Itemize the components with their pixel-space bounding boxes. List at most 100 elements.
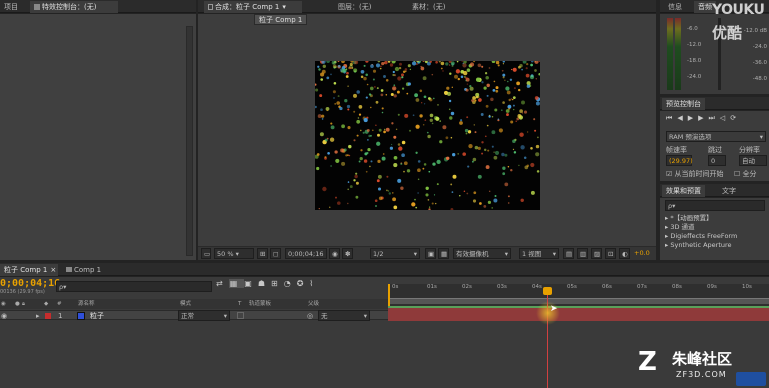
- first-frame-icon[interactable]: ⏮: [666, 114, 677, 122]
- tab-effect-controls[interactable]: 特效控制台：(无): [30, 1, 118, 13]
- comp-timecode[interactable]: 0;00;04;16: [285, 248, 327, 259]
- skip-label: 跳过: [708, 146, 722, 154]
- playhead-handle[interactable]: [543, 287, 552, 295]
- resolution-dropdown[interactable]: 1/2 ▾: [370, 248, 420, 259]
- effects-search-input[interactable]: ρ▾: [665, 200, 765, 211]
- tab-info[interactable]: 信息: [664, 1, 686, 13]
- particle: [332, 64, 337, 69]
- flowchart-icon[interactable]: ⊡: [605, 248, 616, 259]
- color-channel-icon[interactable]: ✽: [342, 248, 353, 259]
- lock-icon[interactable]: 🔒︎: [22, 299, 25, 309]
- tab-effects-presets[interactable]: 效果和预置: [662, 185, 705, 197]
- tab-layer[interactable]: 图层：(无): [334, 1, 375, 13]
- zoom-dropdown[interactable]: 50 % ▾: [214, 248, 254, 259]
- particle: [485, 165, 490, 170]
- parent-dropdown[interactable]: 无 ▾: [318, 310, 370, 321]
- list-item[interactable]: ▸ 3D 通道: [665, 223, 737, 232]
- comp-mini-flowchart-icon[interactable]: ⇄: [216, 279, 229, 288]
- layer-name[interactable]: 粒子: [90, 311, 104, 321]
- timeline-icon[interactable]: ▨: [591, 248, 602, 259]
- layer-label-color[interactable]: [45, 313, 51, 319]
- layer-duration-bar[interactable]: [388, 306, 769, 321]
- grid-icon[interactable]: ⊞: [257, 248, 268, 259]
- exposure-icon[interactable]: ◐: [619, 248, 630, 259]
- motion-blur-icon[interactable]: ◔: [284, 279, 297, 288]
- layer-row[interactable]: ◉ ▸ 1 粒子 正常 ▾ ◎ 无 ▾: [0, 310, 388, 321]
- toggle-pixel-icon[interactable]: ▤: [563, 248, 574, 259]
- exposure-value[interactable]: +0.0: [634, 249, 650, 257]
- col-source-name[interactable]: 源名称: [78, 299, 95, 309]
- ruler-tick-label: 07s: [637, 284, 647, 290]
- comp-breadcrumb[interactable]: 粒子 Comp 1: [254, 14, 308, 25]
- list-item[interactable]: ▸ *【动画预置】: [665, 214, 737, 223]
- playback-controls: ⏮◀▶▶⏭◁⟳: [666, 114, 741, 123]
- label-icon[interactable]: ◆: [44, 299, 48, 309]
- resolution-select[interactable]: 自动: [739, 155, 767, 166]
- draft-3d-icon[interactable]: ▣: [244, 279, 258, 288]
- always-preview-icon[interactable]: ▭: [201, 248, 211, 259]
- tab-footage[interactable]: 素材：(无): [408, 1, 449, 13]
- expand-chevron-icon[interactable]: ▸: [36, 311, 40, 321]
- particle: [363, 118, 368, 123]
- particle: [393, 94, 397, 98]
- audio-icon[interactable]: ◁: [720, 114, 730, 122]
- brainstorm-icon[interactable]: ✪: [297, 279, 310, 288]
- graph-editor-icon[interactable]: ⌇: [309, 279, 319, 288]
- from-current-checkbox[interactable]: ☑ 从当前时间开始: [666, 169, 724, 179]
- solid-layer-icon: [77, 312, 85, 320]
- transparency-grid-icon[interactable]: ▦: [438, 248, 449, 259]
- tab-preview[interactable]: 预览控制台: [662, 98, 705, 110]
- hide-shy-icon[interactable]: ☗: [258, 279, 271, 288]
- play-icon[interactable]: ▶: [688, 114, 698, 122]
- col-trkmat[interactable]: 轨道蒙板: [249, 299, 271, 309]
- prev-frame-icon[interactable]: ◀: [677, 114, 687, 122]
- eye-icon[interactable]: ◉: [1, 299, 6, 309]
- chevron-down-icon[interactable]: ▾: [282, 3, 286, 11]
- blend-mode-dropdown[interactable]: 正常 ▾: [178, 310, 230, 321]
- comp-viewer[interactable]: [315, 61, 540, 210]
- camera-snapshot-icon[interactable]: ◉: [329, 248, 340, 259]
- live-update-icon[interactable]: ▦: [228, 279, 245, 288]
- particle: [399, 62, 402, 66]
- close-icon[interactable]: ×: [50, 266, 56, 274]
- region-icon[interactable]: ▣: [425, 248, 436, 259]
- particle: [375, 205, 377, 207]
- preserve-transparency-checkbox[interactable]: [237, 312, 244, 319]
- particle: [362, 131, 365, 134]
- last-frame-icon[interactable]: ⏭: [708, 114, 719, 122]
- tab-project[interactable]: 项目: [0, 1, 22, 13]
- list-item[interactable]: ▸ Digieffects FreeForm: [665, 232, 737, 241]
- list-item[interactable]: ▸ Synthetic Aperture: [665, 241, 737, 250]
- tab-composition[interactable]: 合成：粒子 Comp 1 ▾: [204, 1, 302, 13]
- particle: [353, 93, 357, 98]
- full-screen-checkbox[interactable]: ☐ 全分: [734, 169, 757, 179]
- scrollbar[interactable]: [186, 26, 193, 256]
- work-area-bar[interactable]: [390, 298, 769, 304]
- loop-icon[interactable]: ⟳: [730, 114, 741, 122]
- particle: [394, 66, 400, 72]
- mask-icon[interactable]: ◻: [270, 248, 281, 259]
- timeline-search-input[interactable]: ρ▾: [56, 281, 212, 292]
- particle: [535, 144, 540, 149]
- views-dropdown[interactable]: 1 视图 ▾: [519, 248, 559, 259]
- col-parent[interactable]: 父级: [308, 299, 319, 309]
- ram-preview-dropdown[interactable]: RAM 预演选项 ▾: [666, 131, 766, 142]
- solo-icon[interactable]: ●: [15, 299, 20, 309]
- current-time-display[interactable]: 0;00;04;16: [0, 278, 60, 289]
- skip-select[interactable]: 0: [708, 155, 726, 166]
- tab-timeline-comp2[interactable]: Comp 1: [62, 264, 105, 276]
- particle: [377, 159, 381, 164]
- time-ruler[interactable]: 0s 01s 02s 03s 04s 05s 06s 07s 08s 09s 10s: [388, 284, 769, 306]
- next-frame-icon[interactable]: ▶: [698, 114, 708, 122]
- fast-preview-icon[interactable]: ▥: [577, 248, 588, 259]
- camera-dropdown[interactable]: 有效摄像机 ▾: [453, 248, 511, 259]
- particle: [526, 131, 529, 133]
- tab-text[interactable]: 文字: [718, 185, 740, 197]
- frame-rate-select[interactable]: (29.97): [666, 155, 693, 166]
- tab-timeline-comp[interactable]: 粒子 Comp 1 ×: [0, 264, 58, 276]
- col-mode[interactable]: 模式: [180, 299, 191, 309]
- particle: [315, 83, 317, 86]
- frame-blending-icon[interactable]: ⊞: [271, 279, 284, 288]
- eye-toggle-icon[interactable]: ◉: [1, 311, 7, 321]
- pickwhip-icon[interactable]: ◎: [307, 311, 313, 321]
